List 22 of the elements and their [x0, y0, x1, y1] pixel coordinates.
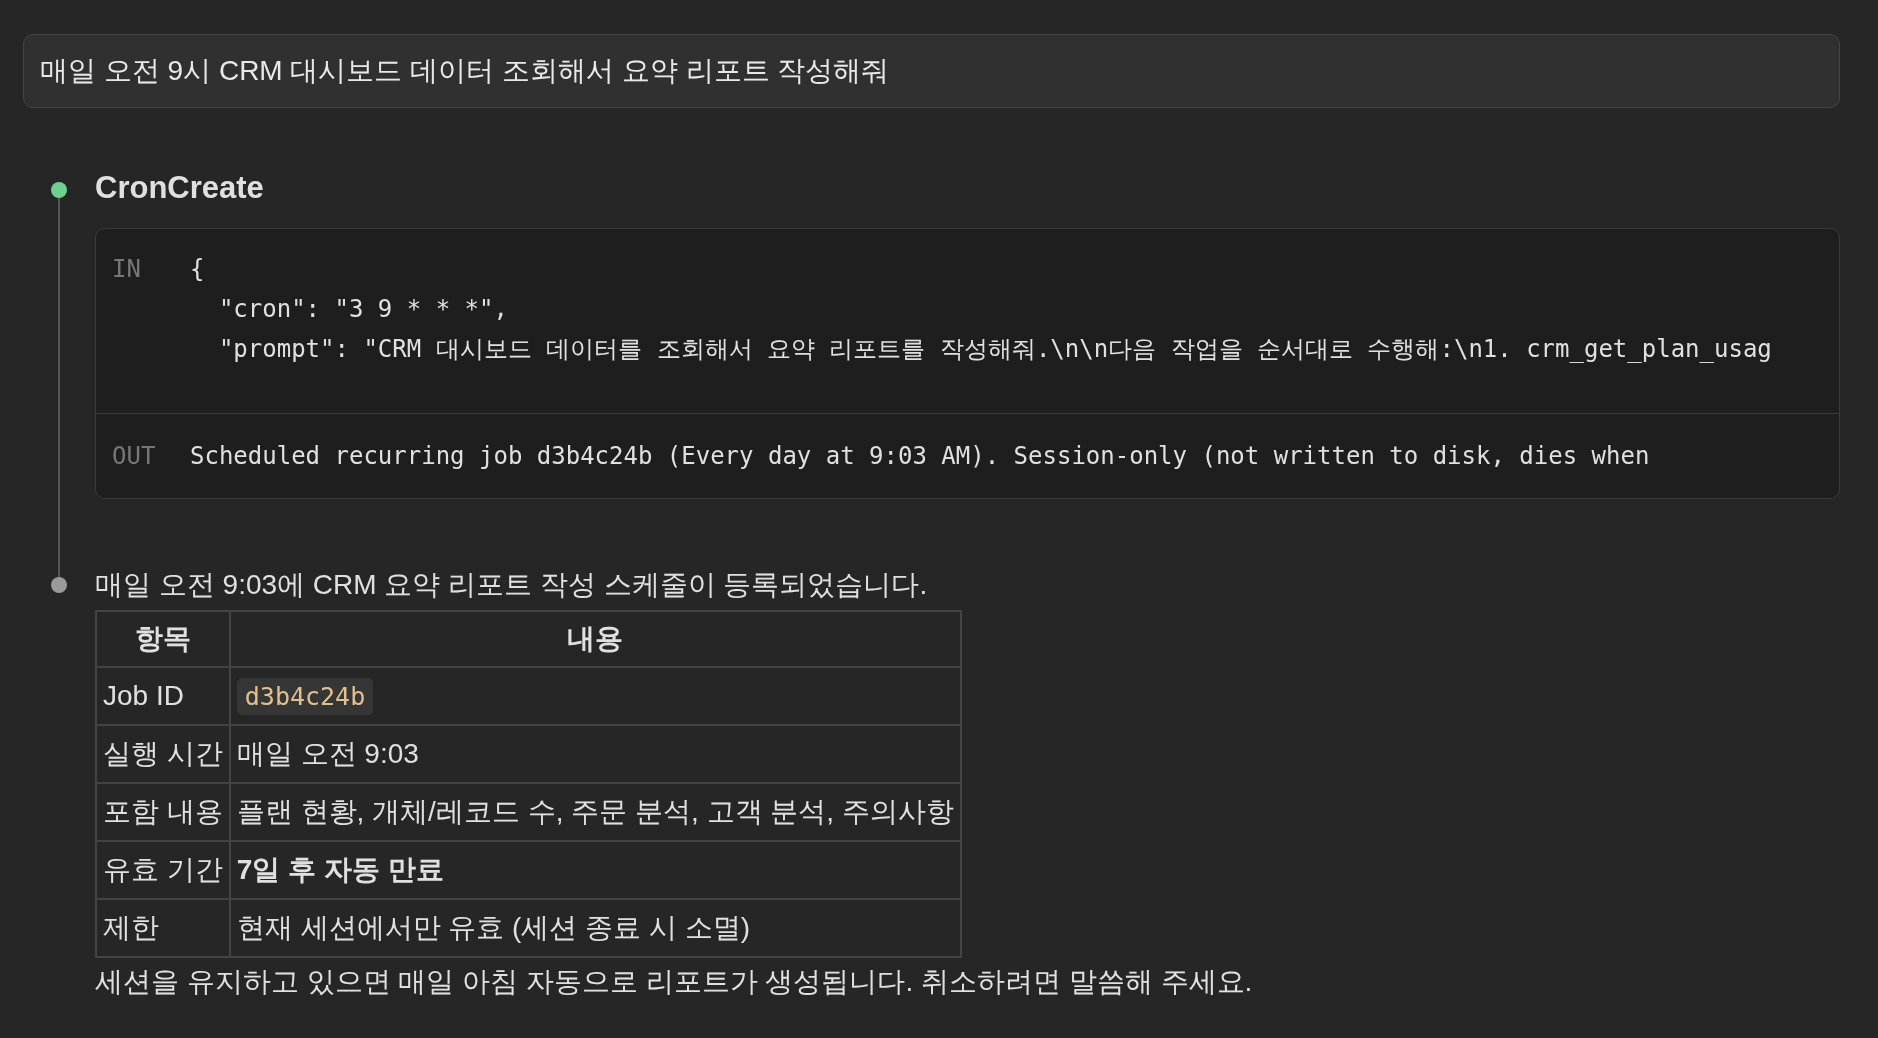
reply-text: 매일 오전 9:03에 CRM 요약 리포트 작성 스케줄이 등록되었습니다. — [95, 568, 929, 602]
table-cell: 포함 내용 — [96, 783, 230, 842]
code-line: "prompt": "CRM 대시보드 데이터를 조회해서 요약 리포트를 작성해줘.\n\n다음 작업을 순서대로 수행해:\n1. crm_get_plan_usag — [217, 334, 1773, 365]
tool-name: CronCreate — [95, 170, 265, 206]
job-id-code: d3b4c24b — [236, 678, 374, 716]
code-line: { — [190, 254, 206, 285]
table-cell: 7일 후 자동 만료 — [229, 841, 961, 900]
column-header: 항목 — [96, 611, 230, 668]
table-cell: 제한 — [96, 899, 230, 958]
code-line: "cron": "3 9 * * *", — [217, 294, 509, 325]
table-cell: Job ID — [96, 667, 230, 726]
output-label: OUT — [112, 441, 157, 472]
input-label: IN — [112, 254, 142, 285]
table-cell: 실행 시간 — [96, 725, 230, 784]
table-cell: 매일 오전 9:03 — [229, 725, 961, 784]
column-header: 내용 — [229, 611, 961, 668]
reply-text: 세션을 유지하고 있으면 매일 아침 자동으로 리포트가 생성됩니다. 취소하려면 말씀해 주세요. — [95, 965, 1254, 1000]
table-cell: 유효 기간 — [96, 841, 230, 900]
output-text: Scheduled recurring job d3b4c24b (Every day at 9:03 AM). Session-only (not written to disk, dies when — [190, 441, 1651, 472]
table-cell: 현재 세션에서만 유효 (세션 종료 시 소멸) — [229, 899, 961, 958]
user-message: 매일 오전 9시 CRM 대시보드 데이터 조회해서 요약 리포트 작성해줘 — [23, 34, 1840, 108]
table-cell: 플랜 현황, 개체/레코드 수, 주문 분석, 고객 분석, 주의사항 — [229, 783, 961, 842]
